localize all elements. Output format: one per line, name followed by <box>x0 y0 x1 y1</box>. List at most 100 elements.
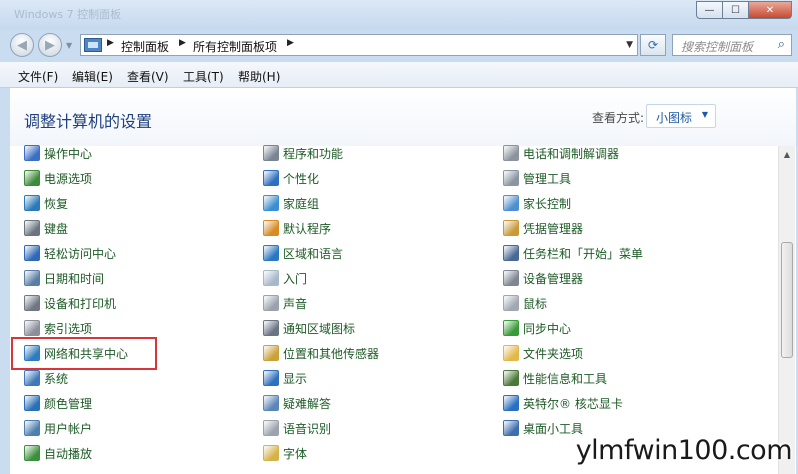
control-panel-item[interactable]: 显示 <box>263 368 483 388</box>
control-panel-item[interactable]: 个性化 <box>263 168 483 188</box>
item-label: 日期和时间 <box>44 272 105 286</box>
globe-icon <box>263 245 279 261</box>
control-panel-item[interactable]: 电话和调制解调器 <box>503 143 723 163</box>
item-label: 位置和其他传感器 <box>283 347 380 361</box>
control-panel-item[interactable]: 性能信息和工具 <box>503 368 723 388</box>
item-label: 设备和打印机 <box>44 297 117 311</box>
control-panel-item[interactable]: 设备管理器 <box>503 268 723 288</box>
menu-help[interactable]: 帮助(H) <box>238 68 280 85</box>
content-pane: 调整计算机的设置 查看方式: 小图标 ▼ 操作中心 电源选项 恢复 键盘 轻松访问中心日… <box>10 88 796 474</box>
scroll-up-icon[interactable]: ▲ <box>779 146 795 162</box>
address-bar[interactable]: ▶ 控制面板 ▶ 所有控制面板项 ▶ ▼ <box>80 34 638 56</box>
monitor-icon <box>263 370 279 386</box>
troubleshoot-icon <box>263 395 279 411</box>
control-panel-item[interactable]: 英特尔® 核芯显卡 <box>503 393 723 413</box>
refresh-icon: ⟳ <box>647 38 659 52</box>
menu-tools[interactable]: 工具(T) <box>183 68 224 85</box>
watermark: ylmfwin100.com <box>575 435 793 466</box>
control-panel-item[interactable]: 系统 <box>24 368 244 388</box>
refresh-button[interactable]: ⟳ <box>640 34 666 56</box>
control-panel-item[interactable]: 日期和时间 <box>24 268 244 288</box>
item-label: 语音识别 <box>283 422 332 436</box>
search-icon[interactable]: ⌕ <box>778 37 785 52</box>
menu-file[interactable]: 文件(F) <box>18 68 58 85</box>
breadcrumb-all-items[interactable]: 所有控制面板项 <box>193 38 277 55</box>
menu-edit[interactable]: 编辑(E) <box>72 68 113 85</box>
mouse-icon <box>503 295 519 311</box>
item-label: 管理工具 <box>523 172 572 186</box>
item-label: 轻松访问中心 <box>44 247 117 261</box>
close-button[interactable]: ✕ <box>748 1 792 19</box>
control-panel-item[interactable]: 同步中心 <box>503 318 723 338</box>
item-label: 性能信息和工具 <box>523 372 608 386</box>
keyboard-icon <box>24 220 40 236</box>
maximize-button[interactable]: ☐ <box>722 1 749 19</box>
item-label: 键盘 <box>44 222 69 236</box>
control-panel-item[interactable]: 键盘 <box>24 218 244 238</box>
control-panel-item[interactable]: 恢复 <box>24 193 244 213</box>
address-dropdown-icon[interactable]: ▼ <box>626 40 633 50</box>
item-label: 电源选项 <box>44 172 93 186</box>
back-arrow-icon: ◀ <box>17 37 27 53</box>
breadcrumb-chevron-icon[interactable]: ▶ <box>107 38 114 48</box>
item-label: 操作中心 <box>44 147 93 161</box>
search-box[interactable]: 搜索控制面板 ⌕ <box>672 34 792 56</box>
control-panel-item[interactable]: 默认程序 <box>263 218 483 238</box>
control-panel-item[interactable]: 入门 <box>263 268 483 288</box>
font-icon <box>263 445 279 461</box>
control-panel-item[interactable]: 颜色管理 <box>24 393 244 413</box>
title-bar[interactable]: Windows 7 控制面板 — ☐ ✕ <box>0 0 798 30</box>
control-panel-item[interactable]: 位置和其他传感器 <box>263 343 483 363</box>
item-label: 默认程序 <box>283 222 332 236</box>
breadcrumb-chevron-icon[interactable]: ▶ <box>179 38 186 48</box>
window-title: Windows 7 控制面板 <box>14 8 122 21</box>
default-programs-icon <box>263 220 279 236</box>
back-button[interactable]: ◀ <box>10 33 34 57</box>
control-panel-item[interactable]: 管理工具 <box>503 168 723 188</box>
admin-tools-icon <box>503 170 519 186</box>
control-panel-item[interactable]: 用户帐户 <box>24 418 244 438</box>
control-panel-item[interactable]: 疑难解答 <box>263 393 483 413</box>
minimize-button[interactable]: — <box>696 1 723 19</box>
item-label: 设备管理器 <box>523 272 584 286</box>
vertical-scrollbar[interactable]: ▲ <box>778 146 795 474</box>
view-by-label: 查看方式: <box>592 111 645 125</box>
menu-view[interactable]: 查看(V) <box>127 68 169 85</box>
control-panel-item[interactable]: 电源选项 <box>24 168 244 188</box>
recent-pages-dropdown[interactable]: ▼ <box>66 41 72 50</box>
control-panel-item[interactable]: 鼠标 <box>503 293 723 313</box>
color-icon <box>24 395 40 411</box>
control-panel-item[interactable]: 家长控制 <box>503 193 723 213</box>
control-panel-item[interactable]: 文件夹选项 <box>503 343 723 363</box>
forward-button[interactable]: ▶ <box>38 33 62 57</box>
control-panel-item[interactable]: 程序和功能 <box>263 143 483 163</box>
control-panel-item[interactable]: 通知区域图标 <box>263 318 483 338</box>
item-label: 颜色管理 <box>44 397 93 411</box>
control-panel-item[interactable]: 设备和打印机 <box>24 293 244 313</box>
control-panel-item[interactable]: 字体 <box>263 443 483 463</box>
control-panel-item[interactable]: 轻松访问中心 <box>24 243 244 263</box>
control-panel-item[interactable]: 自动播放 <box>24 443 244 463</box>
view-by-dropdown[interactable]: 小图标 ▼ <box>646 104 716 128</box>
breadcrumb-control-panel[interactable]: 控制面板 <box>121 38 169 55</box>
gadgets-icon <box>503 420 519 436</box>
control-panel-item[interactable]: 语音识别 <box>263 418 483 438</box>
item-label: 显示 <box>283 372 308 386</box>
control-panel-item[interactable]: 家庭组 <box>263 193 483 213</box>
control-panel-item[interactable]: 区域和语言 <box>263 243 483 263</box>
control-panel-item[interactable]: 凭据管理器 <box>503 218 723 238</box>
search-input[interactable]: 搜索控制面板 <box>681 38 753 55</box>
breadcrumb-chevron-icon[interactable]: ▶ <box>287 38 294 48</box>
control-panel-item[interactable]: 操作中心 <box>24 143 244 163</box>
control-panel-item[interactable]: 声音 <box>263 293 483 313</box>
view-by-value: 小图标 <box>656 111 693 125</box>
power-icon <box>24 170 40 186</box>
control-panel-item[interactable]: 索引选项 <box>24 318 244 338</box>
flag-icon <box>24 145 40 161</box>
menu-bar: 文件(F) 编辑(E) 查看(V) 工具(T) 帮助(H) <box>0 62 798 88</box>
item-label: 索引选项 <box>44 322 93 336</box>
programs-icon <box>263 145 279 161</box>
scroll-thumb[interactable] <box>781 242 793 358</box>
control-panel-item[interactable]: 任务栏和「开始」菜单 <box>503 243 723 263</box>
control-panel-window: Windows 7 控制面板 — ☐ ✕ ◀ ▶ ▼ ▶ 控制面板 ▶ 所有控制… <box>0 0 798 474</box>
